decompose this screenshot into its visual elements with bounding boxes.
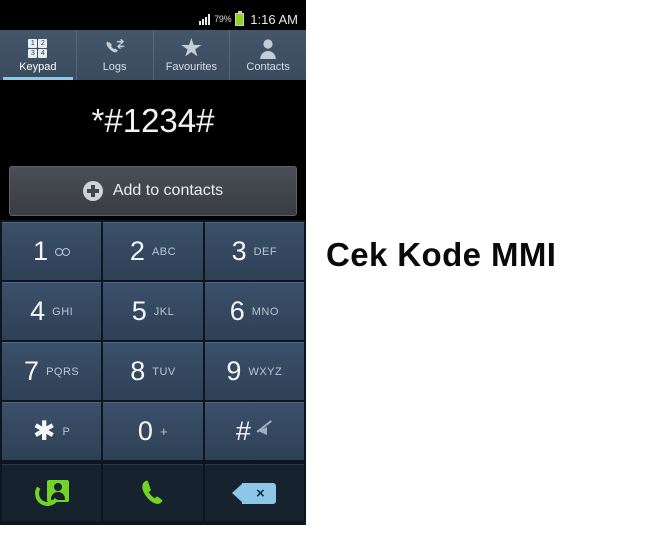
key-digit: 0	[137, 416, 153, 446]
dialpad-key-6[interactable]: 6 MNO	[204, 282, 304, 340]
dialpad-key-4[interactable]: 4 GHI	[2, 282, 102, 340]
dialpad-key-hash[interactable]: #	[204, 402, 304, 460]
voicemail-icon	[55, 247, 71, 256]
video-call-button[interactable]	[2, 464, 102, 521]
keypad-grid-icon: 1 2 3 4	[28, 37, 48, 59]
status-clock: 1:16 AM	[250, 11, 298, 27]
tab-label: Contacts	[246, 61, 290, 73]
key-letters: JKL	[153, 305, 175, 318]
key-digit: 9	[226, 356, 242, 386]
tab-bar: 1 2 3 4 Keypad Logs Favourites Contacts	[0, 30, 306, 80]
key-letters: P	[62, 425, 71, 438]
tab-label: Logs	[102, 61, 127, 73]
dialpad-key-9[interactable]: 9 WXYZ	[204, 342, 304, 400]
key-letters: ABC	[151, 245, 177, 258]
key-digit: ✱	[32, 416, 56, 446]
key-digit: 8	[130, 356, 146, 386]
person-icon	[258, 37, 278, 59]
tab-favourites[interactable]: Favourites	[154, 30, 231, 80]
backspace-button[interactable]: ×	[204, 464, 304, 521]
backspace-icon: ×	[232, 482, 277, 504]
keypad-icon-digit: 3	[28, 48, 38, 58]
key-digit: 7	[24, 356, 40, 386]
keypad-icon-digit: 4	[38, 48, 48, 58]
tab-contacts[interactable]: Contacts	[230, 30, 306, 80]
call-logs-icon	[104, 37, 126, 59]
dialpad-key-7[interactable]: 7 PQRS	[2, 342, 102, 400]
add-to-contacts-label: Add to contacts	[112, 182, 224, 199]
key-letters: GHI	[52, 305, 74, 318]
tab-label: Keypad	[19, 61, 57, 73]
dialpad-key-2[interactable]: 2 ABC	[103, 222, 203, 280]
caption-text: Cek Kode MMI	[326, 236, 557, 273]
battery-icon	[235, 10, 245, 26]
dialpad-key-3[interactable]: 3 DEF	[204, 222, 304, 280]
dialpad-key-8[interactable]: 8 TUV	[103, 342, 203, 400]
key-digit: #	[235, 416, 251, 446]
dialed-number: *#1234#	[91, 102, 215, 139]
backspace-x-glyph: ×	[255, 484, 265, 502]
key-digit: 3	[231, 236, 247, 266]
plus-circle-icon	[82, 181, 103, 201]
dialpad-key-0[interactable]: 0 +	[103, 402, 203, 460]
dialpad-key-5[interactable]: 5 JKL	[103, 282, 203, 340]
key-letters: DEF	[253, 245, 278, 258]
key-letters: +	[159, 424, 169, 439]
key-letters: WXYZ	[248, 365, 283, 378]
phone-screenshot: 79% 1:16 AM 1 2 3 4 Keypad Logs Favourit…	[0, 0, 306, 525]
status-bar: 79% 1:16 AM	[0, 8, 306, 30]
key-letters: TUV	[152, 365, 176, 378]
video-call-icon	[32, 478, 69, 509]
keypad-icon-digit: 2	[38, 38, 48, 48]
call-button[interactable]	[103, 464, 203, 521]
tab-keypad[interactable]: 1 2 3 4 Keypad	[0, 30, 77, 80]
phone-handset-icon	[138, 478, 168, 508]
add-to-contacts-button[interactable]: Add to contacts	[9, 166, 297, 216]
key-digit: 6	[229, 296, 245, 326]
key-digit: 2	[129, 236, 145, 266]
tab-label: Favourites	[165, 61, 218, 73]
tab-logs[interactable]: Logs	[77, 30, 154, 80]
key-letters: MNO	[251, 305, 279, 318]
battery-percent-label: 79%	[214, 14, 232, 24]
action-bar: ×	[0, 462, 306, 525]
star-icon	[181, 37, 202, 59]
key-letters: PQRS	[46, 365, 80, 378]
dialed-number-display[interactable]: *#1234#	[0, 80, 306, 162]
dialpad-key-1[interactable]: 1	[2, 222, 102, 280]
key-digit: 4	[30, 296, 46, 326]
add-contacts-bar: Add to contacts	[0, 162, 306, 220]
mute-icon	[256, 420, 273, 438]
signal-bars-icon	[199, 13, 211, 25]
key-digit: 1	[33, 236, 49, 266]
key-digit: 5	[131, 296, 147, 326]
dialpad: 1 2 ABC 3 DEF 4 GHI 5 JKL 6 MNO 7 PQRS 8	[0, 220, 306, 462]
dialpad-key-star[interactable]: ✱ P	[2, 402, 102, 460]
keypad-icon-digit: 1	[28, 38, 38, 48]
